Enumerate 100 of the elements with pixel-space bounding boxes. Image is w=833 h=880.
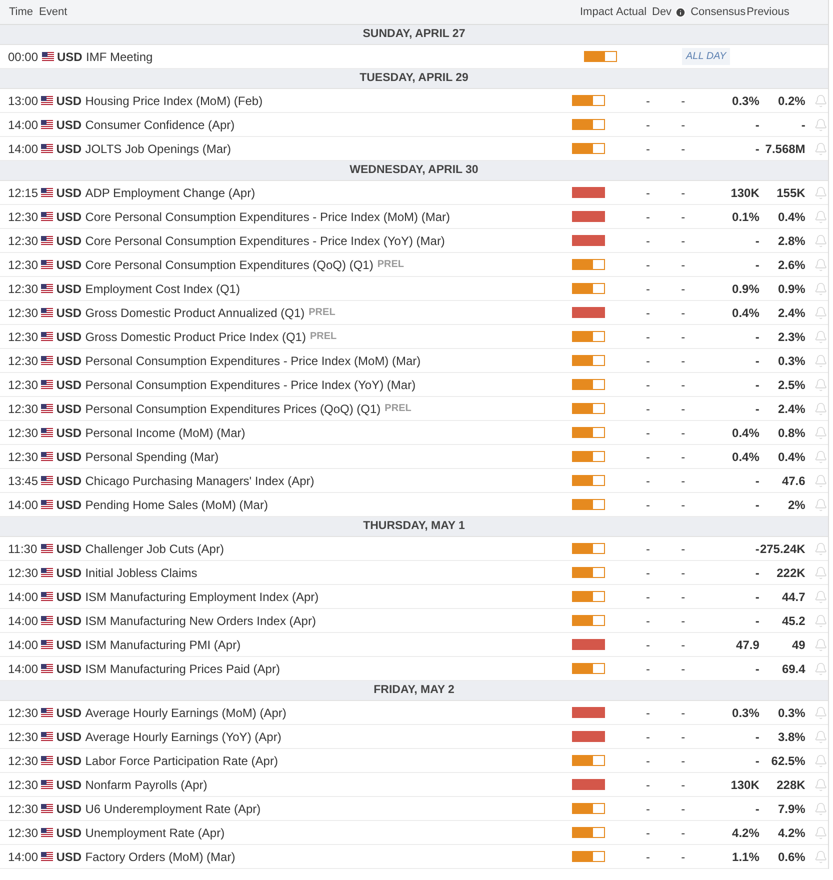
bell-icon[interactable] — [814, 566, 828, 580]
previous-value: 44.7 — [780, 588, 806, 606]
bell-icon[interactable] — [814, 186, 828, 200]
bell-icon[interactable] — [814, 730, 828, 744]
previous-value: 49 — [790, 636, 806, 654]
dev-value: - — [680, 540, 686, 558]
event-time: 12:30 — [8, 704, 40, 722]
event-name: ADP Employment Change (Apr) — [85, 184, 256, 202]
actual-value: - — [645, 92, 651, 110]
event-name: JOLTS Job Openings (Mar) — [85, 140, 232, 158]
bell-icon[interactable] — [814, 778, 828, 792]
previous-value: 7.9% — [776, 800, 806, 818]
bell-icon[interactable] — [814, 306, 828, 320]
flag-icon — [41, 616, 54, 625]
previous-value: 228K — [776, 776, 806, 794]
bell-icon[interactable] — [814, 210, 828, 224]
dev-value: - — [680, 564, 686, 582]
previous-value: 45.2 — [780, 612, 806, 630]
bell-icon[interactable] — [814, 826, 828, 840]
currency-code: USD — [56, 612, 82, 630]
actual-value: - — [645, 612, 651, 630]
consensus-value: 130K — [730, 184, 760, 202]
bell-icon[interactable] — [814, 662, 828, 676]
bell-icon[interactable] — [814, 426, 828, 440]
actual-value: - — [645, 540, 651, 558]
consensus-value: 0.9% — [731, 280, 760, 298]
actual-value: - — [645, 472, 651, 490]
consensus-value: - — [754, 540, 760, 558]
currency-code: USD — [56, 280, 82, 298]
event-time: 12:30 — [8, 564, 40, 582]
event-time: 12:30 — [8, 728, 40, 746]
bell-icon[interactable] — [814, 118, 828, 132]
consensus-value: - — [754, 564, 760, 582]
dev-value: - — [680, 636, 686, 654]
bell-icon[interactable] — [814, 450, 828, 464]
event-name: Factory Orders (MoM) (Mar) — [85, 848, 236, 866]
dev-value: - — [680, 728, 686, 746]
all-day-badge: ALL DAY — [682, 48, 730, 65]
day-header: TUESDAY, APRIL 29 — [360, 70, 468, 86]
consensus-value: 0.1% — [731, 208, 760, 226]
event-time: 00:00 — [8, 48, 40, 66]
bell-icon[interactable] — [814, 142, 828, 156]
actual-value: - — [645, 728, 651, 746]
flag-icon — [41, 708, 54, 717]
event-time: 12:30 — [8, 256, 40, 274]
bell-icon[interactable] — [814, 498, 828, 512]
bell-icon[interactable] — [814, 474, 828, 488]
event-name: Consumer Confidence (Apr) — [85, 116, 235, 134]
flag-icon — [41, 828, 54, 837]
day-header: FRIDAY, MAY 2 — [374, 682, 454, 698]
bell-icon[interactable] — [814, 850, 828, 864]
flag-icon — [41, 96, 54, 105]
actual-value: - — [645, 800, 651, 818]
event-time: 12:30 — [8, 232, 40, 250]
bell-icon[interactable] — [814, 94, 828, 108]
currency-code: USD — [56, 636, 82, 654]
currency-code: USD — [56, 800, 82, 818]
dev-value: - — [680, 800, 686, 818]
flag-icon — [41, 804, 54, 813]
consensus-value: - — [754, 472, 760, 490]
actual-value: - — [645, 496, 651, 514]
event-name: Gross Domestic Product Annualized (Q1) — [85, 304, 305, 322]
currency-code: USD — [56, 328, 82, 346]
flag-icon — [41, 756, 54, 765]
flag-icon — [41, 592, 54, 601]
bell-icon[interactable] — [814, 354, 828, 368]
event-time: 14:00 — [8, 496, 40, 514]
currency-code: USD — [56, 208, 82, 226]
bell-icon[interactable] — [814, 378, 828, 392]
consensus-value: - — [754, 328, 760, 346]
bell-icon[interactable] — [814, 542, 828, 556]
info-icon[interactable] — [674, 6, 686, 18]
event-name: Average Hourly Earnings (MoM) (Apr) — [85, 704, 286, 722]
bell-icon[interactable] — [814, 282, 828, 296]
actual-value: - — [645, 116, 651, 134]
bell-icon[interactable] — [814, 330, 828, 344]
consensus-value: - — [754, 140, 760, 158]
bell-icon[interactable] — [814, 802, 828, 816]
event-name: Gross Domestic Product Price Index (Q1) — [85, 328, 306, 346]
currency-code: USD — [56, 540, 82, 558]
bell-icon[interactable] — [814, 706, 828, 720]
bell-icon[interactable] — [814, 614, 828, 628]
bell-icon[interactable] — [814, 754, 828, 768]
flag-icon — [41, 500, 54, 509]
consensus-value: - — [754, 232, 760, 250]
bell-icon[interactable] — [814, 258, 828, 272]
dev-value: - — [680, 472, 686, 490]
event-time: 14:00 — [8, 116, 40, 134]
dev-value: - — [680, 776, 686, 794]
actual-value: - — [645, 636, 651, 654]
event-name: Core Personal Consumption Expenditures (QoQ) (Q1) — [85, 256, 374, 274]
flag-icon — [41, 120, 54, 129]
bell-icon[interactable] — [814, 590, 828, 604]
currency-code: USD — [56, 496, 82, 514]
dev-value: - — [680, 92, 686, 110]
dev-value: - — [680, 448, 686, 466]
bell-icon[interactable] — [814, 638, 828, 652]
bell-icon[interactable] — [814, 402, 828, 416]
bell-icon[interactable] — [814, 234, 828, 248]
event-time: 12:30 — [8, 208, 40, 226]
